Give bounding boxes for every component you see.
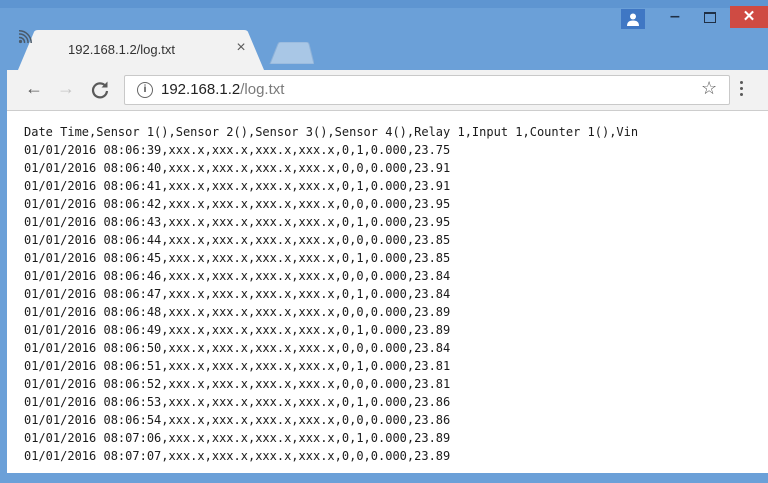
page-content: Date Time,Sensor 1(),Sensor 2(),Sensor 3… — [0, 111, 768, 473]
profile-button[interactable] — [621, 9, 645, 29]
log-line: 01/01/2016 08:06:46,xxx.x,xxx.x,xxx.x,xx… — [24, 269, 451, 283]
maximize-icon — [704, 12, 716, 23]
url-path: /log.txt — [240, 81, 285, 98]
close-window-button[interactable]: ✕ — [730, 6, 768, 28]
log-line: 01/01/2016 08:06:54,xxx.x,xxx.x,xxx.x,xx… — [24, 413, 451, 427]
log-line: 01/01/2016 08:06:42,xxx.x,xxx.x,xxx.x,xx… — [24, 197, 451, 211]
title-bar-edge — [0, 0, 768, 8]
wifi-signal-icon — [18, 30, 32, 44]
log-header: Date Time,Sensor 1(),Sensor 2(),Sensor 3… — [24, 125, 639, 139]
log-line: 01/01/2016 08:06:50,xxx.x,xxx.x,xxx.x,xx… — [24, 341, 451, 355]
log-line: 01/01/2016 08:06:45,xxx.x,xxx.x,xxx.x,xx… — [24, 251, 451, 265]
log-line: 01/01/2016 08:07:07,xxx.x,xxx.x,xxx.x,xx… — [24, 449, 451, 463]
new-tab-button[interactable] — [268, 42, 314, 64]
browser-window: 192.168.1.2/log.txt × ‒ ✕ ← → i 192.168.… — [0, 0, 768, 483]
back-arrow-icon[interactable]: ← — [22, 78, 46, 99]
log-line: 01/01/2016 08:06:43,xxx.x,xxx.x,xxx.x,xx… — [24, 215, 451, 229]
url-host: 192.168.1.2 — [161, 81, 241, 98]
url-text[interactable]: 192.168.1.2/log.txt — [161, 81, 284, 98]
reload-icon[interactable] — [88, 78, 112, 102]
bookmark-star-icon[interactable]: ☆ — [701, 78, 717, 99]
tab-close-icon[interactable]: × — [232, 39, 250, 57]
tab-log-txt[interactable]: 192.168.1.2/log.txt × — [18, 30, 264, 70]
person-icon — [627, 13, 639, 26]
log-line: 01/01/2016 08:06:53,xxx.x,xxx.x,xxx.x,xx… — [24, 395, 451, 409]
address-bar[interactable]: i 192.168.1.2/log.txt ☆ — [124, 75, 730, 105]
tab-title: 192.168.1.2/log.txt — [68, 42, 175, 57]
log-line: 01/01/2016 08:06:48,xxx.x,xxx.x,xxx.x,xx… — [24, 305, 451, 319]
log-line: 01/01/2016 08:06:52,xxx.x,xxx.x,xxx.x,xx… — [24, 377, 451, 391]
log-line: 01/01/2016 08:06:47,xxx.x,xxx.x,xxx.x,xx… — [24, 287, 451, 301]
log-text: Date Time,Sensor 1(),Sensor 2(),Sensor 3… — [24, 123, 638, 465]
log-line: 01/01/2016 08:06:44,xxx.x,xxx.x,xxx.x,xx… — [24, 233, 451, 247]
log-line: 01/01/2016 08:06:40,xxx.x,xxx.x,xxx.x,xx… — [24, 161, 451, 175]
title-bar: 192.168.1.2/log.txt × ‒ ✕ — [0, 0, 768, 70]
forward-arrow-icon[interactable]: → — [54, 78, 78, 99]
window-frame-left — [0, 70, 7, 483]
log-line: 01/01/2016 08:06:51,xxx.x,xxx.x,xxx.x,xx… — [24, 359, 451, 373]
maximize-button[interactable] — [695, 6, 725, 28]
info-icon[interactable]: i — [137, 82, 153, 98]
log-line: 01/01/2016 08:06:39,xxx.x,xxx.x,xxx.x,xx… — [24, 143, 451, 157]
minimize-button[interactable]: ‒ — [660, 6, 690, 28]
window-frame-bottom — [0, 473, 768, 483]
menu-dots-icon[interactable] — [740, 81, 744, 99]
browser-toolbar: ← → i 192.168.1.2/log.txt ☆ — [0, 70, 768, 111]
log-line: 01/01/2016 08:07:06,xxx.x,xxx.x,xxx.x,xx… — [24, 431, 451, 445]
log-line: 01/01/2016 08:06:49,xxx.x,xxx.x,xxx.x,xx… — [24, 323, 451, 337]
log-line: 01/01/2016 08:06:41,xxx.x,xxx.x,xxx.x,xx… — [24, 179, 451, 193]
